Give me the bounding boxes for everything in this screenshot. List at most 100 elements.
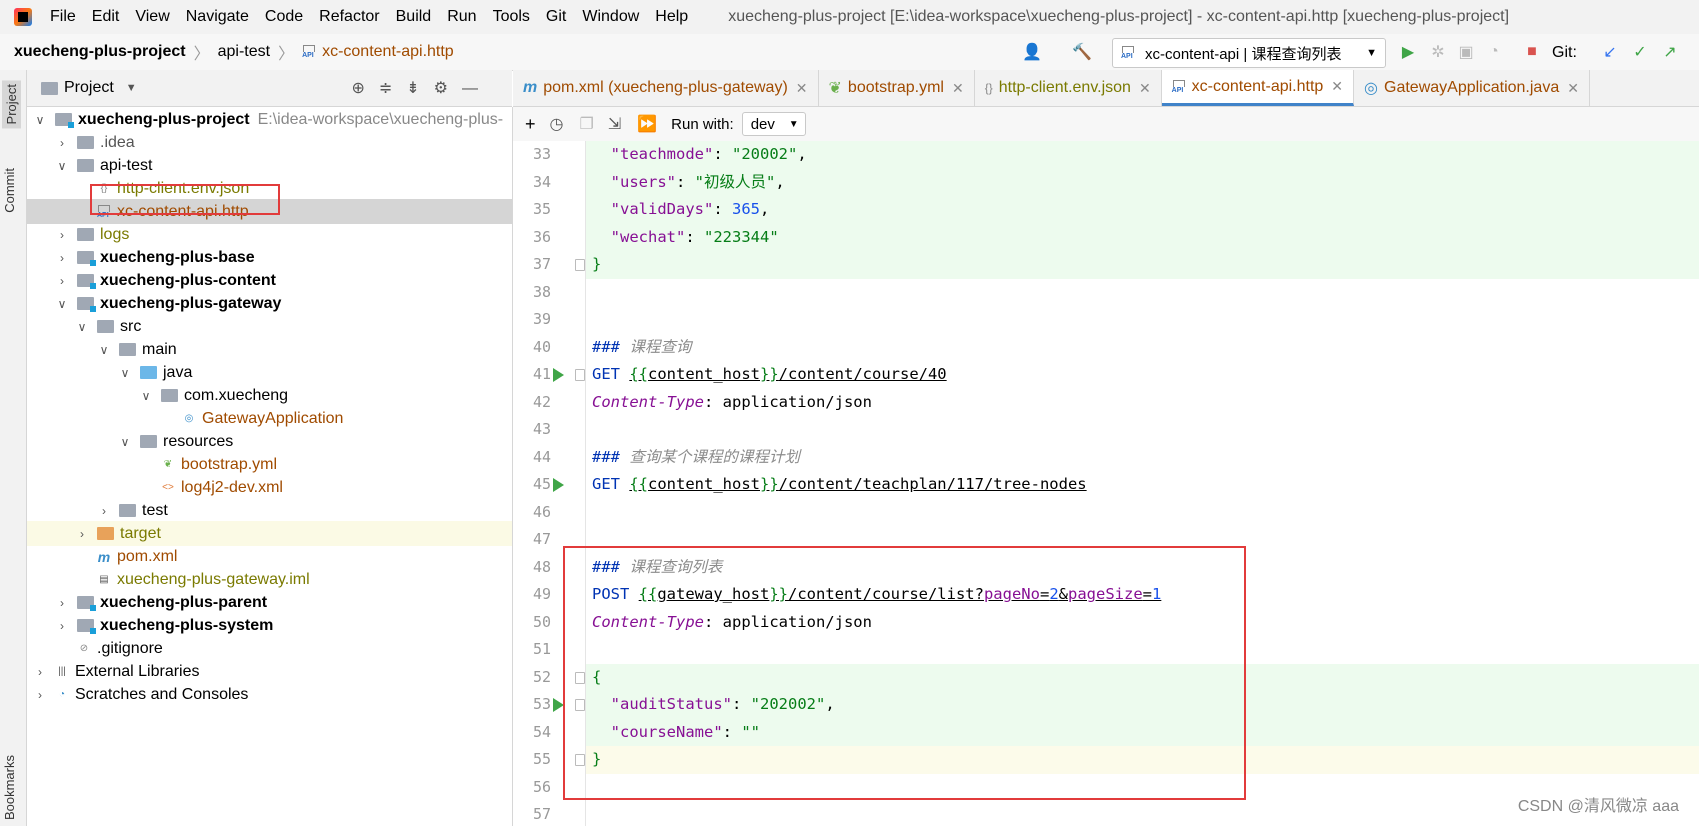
tree-item[interactable]: › test (27, 498, 512, 523)
menu-refactor[interactable]: Refactor (319, 8, 379, 26)
git-push-icon[interactable]: ↗ (1660, 42, 1680, 62)
fold-marker-icon[interactable] (575, 672, 585, 684)
import-icon[interactable]: ⇲ (608, 114, 621, 134)
tree-item[interactable]: › xuecheng-plus-parent (27, 590, 512, 615)
menu-build[interactable]: Build (396, 8, 432, 26)
menu-navigate[interactable]: Navigate (186, 8, 249, 26)
menu-edit[interactable]: Edit (92, 8, 120, 26)
commit-tool-tab[interactable]: Commit (2, 168, 17, 213)
run-request-icon[interactable] (553, 478, 564, 492)
close-icon[interactable]: ✕ (796, 80, 808, 97)
bookmarks-tool-tab[interactable]: Bookmarks (2, 755, 17, 820)
menu-file[interactable]: File (50, 8, 76, 26)
menu-code[interactable]: Code (265, 8, 303, 26)
tree-item[interactable]: ∨ xuecheng-plus-project E:\idea-workspace\… (27, 107, 512, 132)
tree-item[interactable]: › ||| External Libraries (27, 659, 512, 684)
close-icon[interactable]: ✕ (952, 80, 964, 97)
stop-icon[interactable]: ■ (1522, 42, 1542, 62)
environment-select[interactable]: dev ▼ (741, 112, 806, 136)
tree-item[interactable]: › logs (27, 222, 512, 247)
tree-item[interactable]: ❦ bootstrap.yml (27, 452, 512, 477)
profile-icon[interactable]: ◔ (1484, 42, 1504, 62)
run-config-label: xc-content-api | 课程查询列表 (1145, 45, 1342, 63)
expand-all-icon[interactable]: ≑ (379, 80, 406, 97)
run-configuration-select[interactable]: API xc-content-api | 课程查询列表 ▼ (1112, 38, 1386, 68)
user-icon[interactable]: 👤 (1022, 42, 1042, 62)
tab-pom-xml[interactable]: m pom.xml (xuecheng-plus-gateway) ✕ (513, 70, 819, 106)
tree-item-selected[interactable]: API xc-content-api.http (27, 199, 512, 224)
folder-icon (97, 320, 114, 333)
copy-icon[interactable]: ❐ (579, 114, 593, 134)
breadcrumb-file[interactable]: xc-content-api.http (322, 43, 454, 61)
line-number: 44 (532, 447, 551, 466)
project-panel-title[interactable]: Project (64, 79, 114, 97)
menu-git[interactable]: Git (546, 8, 566, 26)
tree-item[interactable]: › xuecheng-plus-base (27, 245, 512, 270)
tree-item[interactable]: ∨ main (27, 337, 512, 362)
close-icon[interactable]: ✕ (1331, 78, 1343, 95)
debug-icon[interactable]: ✲ (1428, 42, 1448, 62)
tab-gateway-application[interactable]: ◎ GatewayApplication.java ✕ (1354, 70, 1590, 106)
api-file-icon: API (1172, 79, 1188, 94)
breadcrumb-project[interactable]: xuecheng-plus-project (14, 43, 186, 61)
project-folder-icon (41, 81, 58, 95)
tree-item[interactable]: ∨ resources (27, 429, 512, 454)
tree-item[interactable]: ∨ java (27, 360, 512, 385)
tree-item[interactable]: m pom.xml (27, 544, 512, 569)
code-line: } (586, 251, 1699, 279)
tree-item[interactable]: {} http-client.env.json (27, 176, 512, 201)
fold-marker-icon[interactable] (575, 259, 585, 271)
git-commit-icon[interactable]: ✓ (1630, 42, 1650, 62)
chevron-down-icon: ∨ (57, 296, 67, 311)
tree-item[interactable]: › xuecheng-plus-system (27, 613, 512, 638)
tree-item[interactable]: ∨ api-test (27, 153, 512, 178)
tree-item[interactable]: ∨ com.xuecheng (27, 383, 512, 408)
tree-item[interactable]: › xuecheng-plus-content (27, 268, 512, 293)
tree-item[interactable]: <> log4j2-dev.xml (27, 475, 512, 500)
line-number: 45 (532, 475, 551, 493)
run-request-icon[interactable] (553, 368, 564, 382)
fold-marker-icon[interactable] (575, 699, 585, 711)
add-request-icon[interactable]: + (525, 114, 536, 135)
menu-window[interactable]: Window (582, 8, 639, 26)
code-line: { (586, 663, 1699, 691)
fold-marker-icon[interactable] (575, 754, 585, 766)
collapse-all-icon[interactable]: ⇟ (406, 80, 433, 97)
fold-marker-icon[interactable] (575, 369, 585, 381)
build-hammer-icon[interactable]: 🔨 (1072, 42, 1092, 62)
tree-item[interactable]: ▤ xuecheng-plus-gateway.iml (27, 567, 512, 592)
code-editor[interactable]: "teachmode": "20002", "users": "初级人员", "… (586, 141, 1699, 826)
tree-item[interactable]: › .idea (27, 130, 512, 155)
close-icon[interactable]: ✕ (1139, 80, 1151, 97)
breadcrumb-folder[interactable]: api-test (218, 43, 270, 61)
close-icon[interactable]: ✕ (1567, 80, 1579, 97)
tree-item[interactable]: ⊘ .gitignore (27, 636, 512, 661)
package-icon (161, 389, 178, 402)
locate-icon[interactable]: ⊕ (351, 80, 378, 97)
line-number: 37 (532, 255, 551, 273)
git-update-icon[interactable]: ↙ (1600, 42, 1620, 62)
tree-item[interactable]: ∨ xuecheng-plus-gateway (27, 291, 512, 316)
menu-help[interactable]: Help (655, 8, 688, 26)
tab-xc-content-api[interactable]: API xc-content-api.http ✕ (1161, 70, 1355, 106)
menu-run[interactable]: Run (447, 8, 476, 26)
coverage-icon[interactable]: ▣ (1456, 42, 1476, 62)
tree-item[interactable]: ◎ GatewayApplication (27, 406, 512, 431)
run-icon[interactable]: ▶ (1398, 42, 1418, 62)
tree-item[interactable]: › target (27, 521, 512, 546)
line-number: 39 (532, 310, 551, 328)
tree-item[interactable]: › ◔ Scratches and Consoles (27, 682, 512, 707)
tab-http-client-env[interactable]: {} http-client.env.json ✕ (975, 70, 1162, 106)
tab-bootstrap-yml[interactable]: ❦ bootstrap.yml ✕ (819, 70, 975, 106)
line-number: 41 (532, 365, 551, 383)
chevron-down-icon[interactable]: ▼ (126, 82, 137, 94)
run-all-icon[interactable]: ⏩ (637, 114, 657, 134)
hide-icon[interactable]: — (462, 80, 492, 97)
gear-icon[interactable]: ⚙ (434, 80, 462, 97)
menu-tools[interactable]: Tools (493, 8, 530, 26)
history-icon[interactable]: ◷ (550, 114, 564, 134)
run-request-icon[interactable] (553, 698, 564, 712)
menu-view[interactable]: View (135, 8, 169, 26)
project-tool-tab[interactable]: Project (2, 80, 21, 129)
tree-item[interactable]: ∨ src (27, 314, 512, 339)
